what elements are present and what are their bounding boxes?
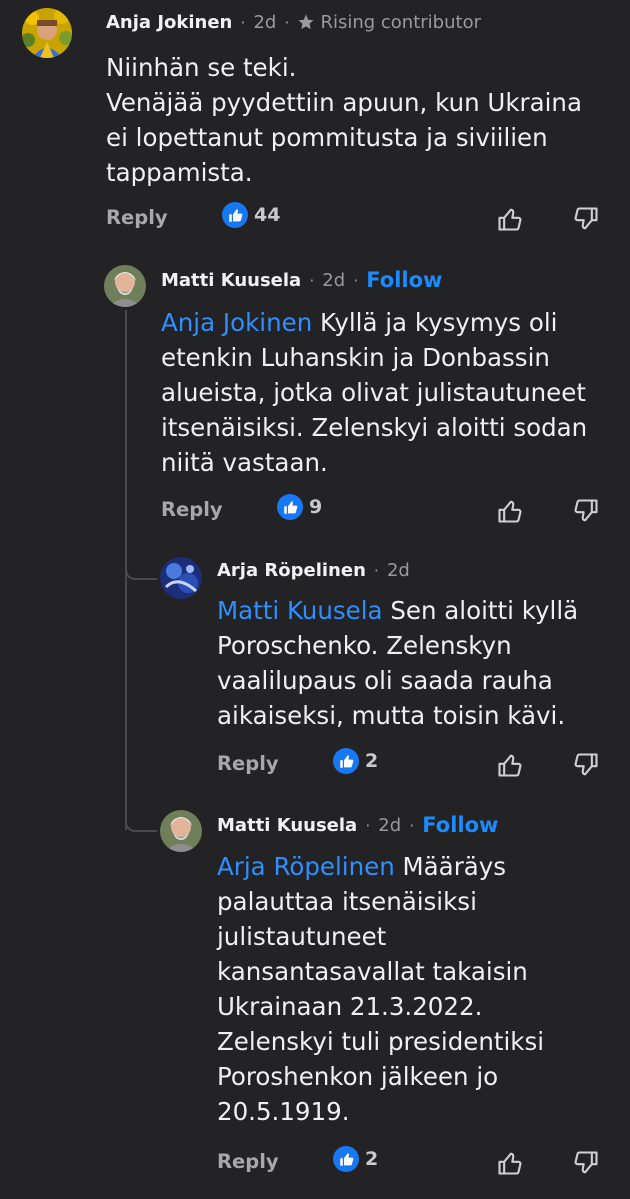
like-count-button[interactable]: 2 [333, 748, 378, 774]
thumbs-up-icon[interactable] [496, 205, 524, 233]
follow-button[interactable]: Follow [366, 268, 442, 292]
like-icon [222, 202, 248, 228]
reply-button[interactable]: Reply [106, 206, 168, 229]
separator: · [309, 270, 315, 290]
separator: · [365, 815, 371, 835]
comment-text: Arja Röpelinen Määräys palauttaa itsenäi… [217, 849, 587, 1129]
like-count-button[interactable]: 2 [333, 1146, 378, 1172]
like-count: 44 [254, 204, 281, 226]
thumbs-down-icon[interactable] [572, 1149, 600, 1177]
thumbs-up-icon[interactable] [496, 497, 524, 525]
author-name[interactable]: Matti Kuusela [161, 270, 301, 291]
badge-label: Rising contributor [320, 11, 481, 33]
thread-connector [125, 540, 157, 580]
reply-button[interactable]: Reply [217, 752, 279, 775]
separator: · [409, 815, 415, 835]
thumbs-down-icon[interactable] [572, 751, 600, 779]
timestamp: 2d [386, 559, 410, 581]
like-count: 2 [365, 1148, 379, 1170]
separator: · [373, 560, 379, 580]
author-name[interactable]: Matti Kuusela [217, 815, 357, 836]
like-count-button[interactable]: 44 [222, 202, 280, 228]
comment-text: Anja Jokinen Kyllä ja kysymys oli etenki… [161, 305, 611, 480]
follow-button[interactable]: Follow [422, 813, 498, 837]
thread-connector [125, 790, 157, 832]
timestamp: 2d [253, 11, 277, 33]
avatar[interactable] [22, 8, 72, 58]
star-icon [298, 14, 314, 30]
comment-text: Matti Kuusela Sen aloitti kyllä Porosche… [217, 593, 612, 733]
separator: · [284, 12, 290, 32]
comment-content: Määräys palauttaa itsenäisiksi julistaut… [217, 852, 545, 1126]
like-count: 9 [309, 496, 323, 518]
like-count: 2 [365, 750, 379, 772]
like-icon [333, 1146, 359, 1172]
mention-link[interactable]: Matti Kuusela [217, 596, 383, 625]
avatar[interactable] [160, 810, 202, 852]
mention-link[interactable]: Anja Jokinen [161, 308, 312, 337]
timestamp: 2d [378, 814, 402, 836]
like-count-button[interactable]: 9 [277, 494, 322, 520]
reply-button[interactable]: Reply [161, 498, 223, 521]
comment-text: Niinhän se teki. Venäjää pyydettiin apuu… [106, 53, 582, 187]
like-icon [277, 494, 303, 520]
separator: · [240, 12, 246, 32]
separator: · [353, 270, 359, 290]
avatar[interactable] [160, 557, 202, 599]
avatar[interactable] [104, 265, 146, 307]
mention-link[interactable]: Arja Röpelinen [217, 852, 395, 881]
reply-button[interactable]: Reply [217, 1150, 279, 1173]
like-icon [333, 748, 359, 774]
thumbs-up-icon[interactable] [496, 751, 524, 779]
timestamp: 2d [322, 269, 346, 291]
thumbs-down-icon[interactable] [572, 497, 600, 525]
thumbs-up-icon[interactable] [496, 1149, 524, 1177]
author-name[interactable]: Anja Jokinen [106, 12, 232, 33]
author-name[interactable]: Arja Röpelinen [217, 560, 366, 581]
thumbs-down-icon[interactable] [572, 205, 600, 233]
contributor-badge: Rising contributor [297, 12, 481, 33]
